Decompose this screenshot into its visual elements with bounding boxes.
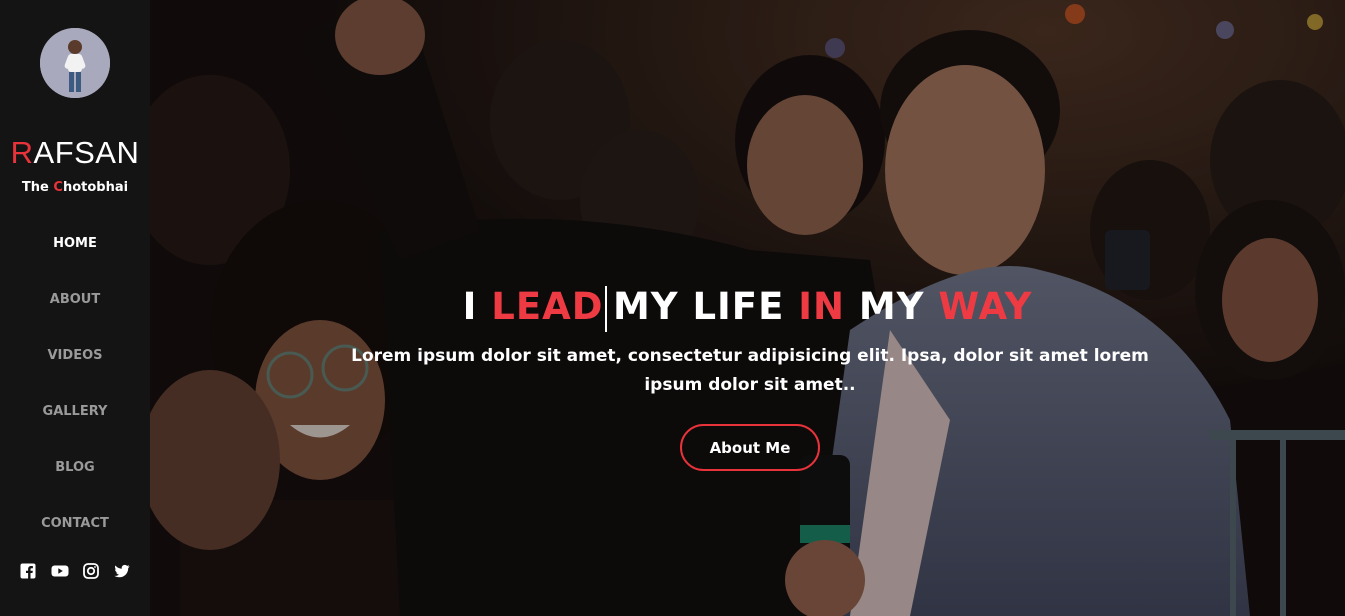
instagram-icon[interactable] [82, 563, 99, 579]
nav-item-about[interactable]: ABOUT [0, 292, 150, 307]
youtube-icon[interactable] [51, 563, 69, 579]
nav-item-gallery[interactable]: GALLERY [0, 404, 150, 419]
sidebar: RAFSAN The Chotobhai HOME ABOUT VIDEOS G… [0, 0, 150, 616]
facebook-icon[interactable] [20, 563, 36, 579]
tagline-highlight: C [53, 180, 63, 195]
nav-item-blog[interactable]: BLOG [0, 460, 150, 475]
brand-tagline: The Chotobhai [0, 180, 150, 195]
headline-highlight: IN [798, 285, 845, 328]
brand-name[interactable]: RAFSAN [0, 135, 150, 171]
headline-word: MY LIFE [612, 285, 799, 328]
brand-initial: R [10, 135, 34, 170]
tagline-prefix: The [21, 180, 54, 195]
hero-description: Lorem ipsum dolor sit amet, consectetur … [351, 346, 1149, 395]
hero-section: I LEAD MY LIFE IN MY WAY Lorem ipsum dolo… [150, 0, 1345, 616]
about-me-button[interactable]: About Me [680, 424, 820, 471]
headline-highlight: LEAD [491, 285, 604, 328]
nav-item-contact[interactable]: CONTACT [0, 516, 150, 531]
typing-cursor [605, 285, 607, 332]
avatar[interactable] [40, 28, 110, 98]
hero-headline: I LEAD MY LIFE IN MY WAY [150, 283, 1345, 332]
headline-word: I [462, 285, 492, 328]
twitter-icon[interactable] [114, 563, 130, 579]
tagline-rest: hotobhai [62, 180, 129, 195]
nav-item-home[interactable]: HOME [0, 236, 150, 251]
brand-rest: AFSAN [33, 135, 140, 170]
headline-word: MY [844, 285, 939, 328]
social-links [20, 562, 130, 580]
nav-item-videos[interactable]: VIDEOS [0, 348, 150, 363]
headline-highlight: WAY [938, 285, 1033, 328]
